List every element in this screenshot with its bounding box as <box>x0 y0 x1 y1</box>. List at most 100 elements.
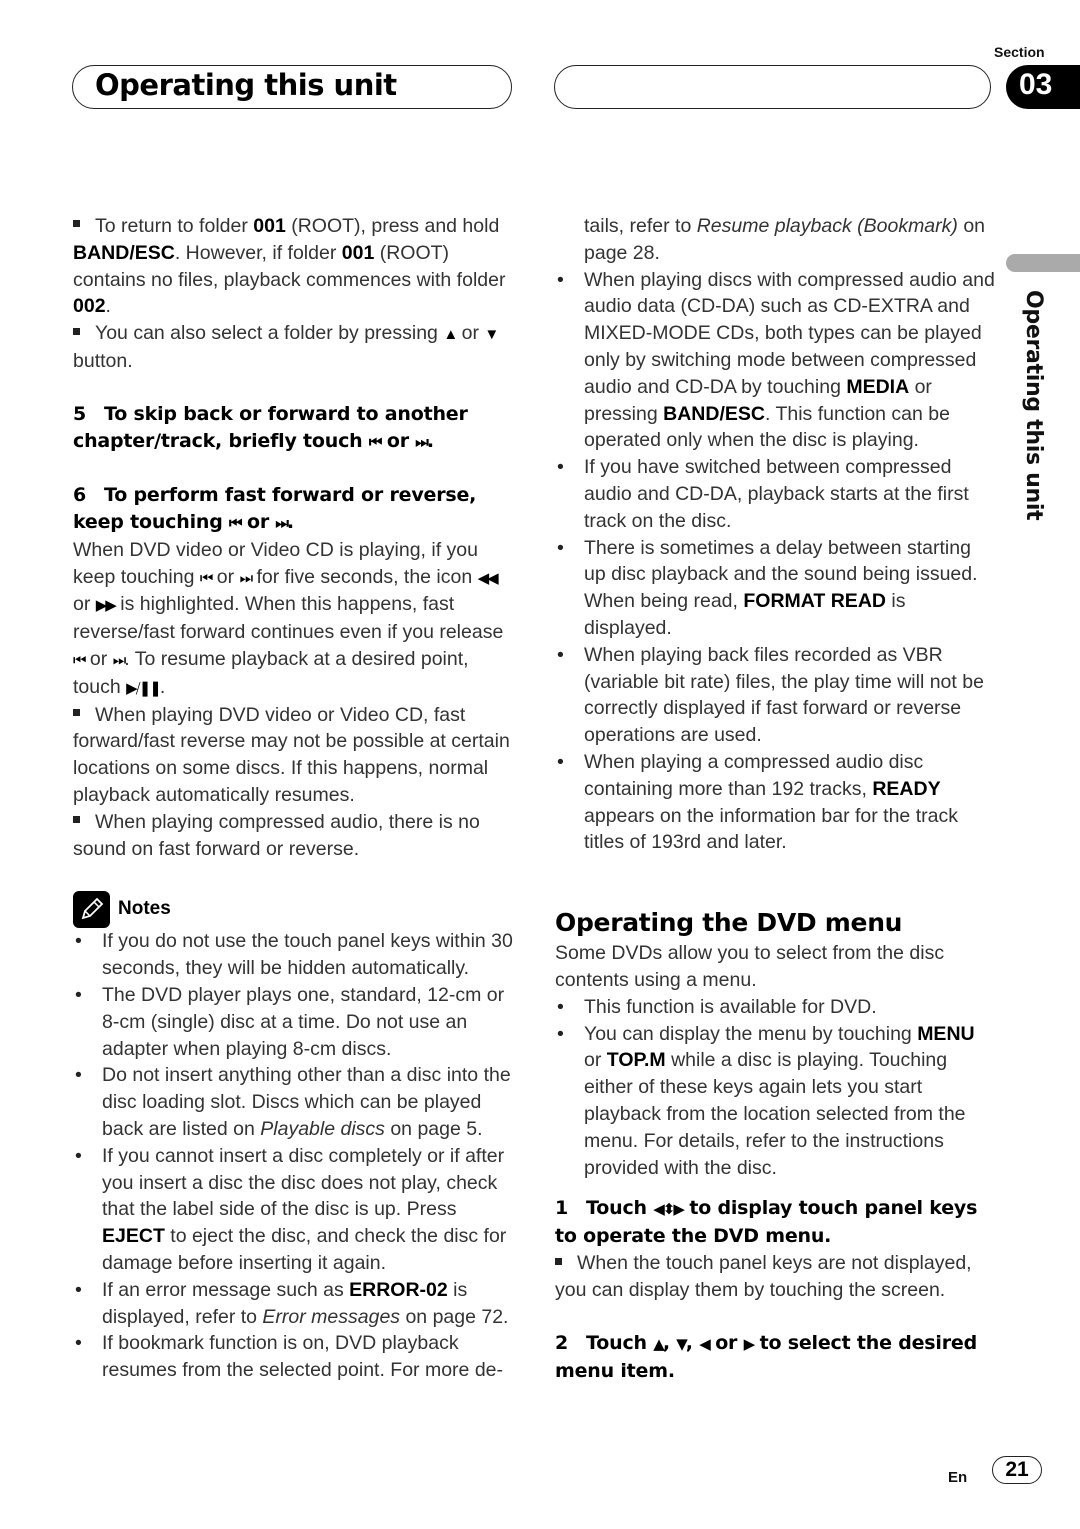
text: This function is available for DVD. <box>584 995 877 1018</box>
key-label: 001 <box>253 215 286 237</box>
left-arrow-icon: ◀ <box>699 1334 710 1353</box>
key-label: READY <box>872 777 941 800</box>
text: for five seconds, the icon <box>251 565 478 588</box>
skip-back-icon: ⏮ <box>229 513 242 532</box>
bullet-icon: • <box>75 983 82 1006</box>
text: or <box>211 565 240 588</box>
key-label: EJECT <box>102 1225 165 1248</box>
bullet-icon: • <box>75 930 82 953</box>
bullet-icon: • <box>75 1144 82 1167</box>
skip-forward-icon: ⏭ <box>275 513 288 532</box>
text: (ROOT), press and hold <box>285 215 500 237</box>
page-title-pill: Operating this unit <box>72 65 512 109</box>
bullet-icon: • <box>557 536 564 559</box>
square-bullet-icon <box>73 327 80 335</box>
text: If you cannot insert a disc completely o… <box>102 1144 505 1221</box>
text: or <box>73 593 96 616</box>
touch-panel-keys-icon: ◀⬍▶ <box>653 1200 685 1219</box>
up-arrow-icon: ▲ <box>653 1334 664 1353</box>
up-arrow-icon: ▲ <box>443 325 458 344</box>
text: The DVD player plays one, standard, 12-c… <box>102 983 505 1060</box>
rewind-icon: ◀◀ <box>477 568 499 587</box>
notes-item: • The DVD player plays one, standard, 12-… <box>73 982 513 1062</box>
text: is highlighted. When this happens, fast … <box>73 593 504 644</box>
text: or <box>380 429 416 452</box>
right-column: tails, refer to Resume playback (Bookmar… <box>555 213 995 1385</box>
square-bullet-icon <box>73 816 80 824</box>
text: You can display the menu by touching <box>584 1022 918 1045</box>
cross-reference: Resume playback (Bookmark) <box>696 215 958 237</box>
skip-back-icon: ⏮ <box>199 568 213 587</box>
section-number: 03 <box>1019 68 1053 101</box>
square-bullet-icon <box>73 220 80 228</box>
text: Touch <box>586 1197 654 1220</box>
text: tails, refer to <box>584 215 697 237</box>
text: appears on the information bar for the t… <box>584 804 958 854</box>
bullet-icon: • <box>557 1022 564 1045</box>
text: When playing discs with compressed audio… <box>584 268 995 398</box>
dvd-menu-bullet: • This function is available for DVD. <box>555 994 995 1021</box>
text: or <box>240 510 276 533</box>
bullet-icon: • <box>75 1064 82 1087</box>
bullet-icon: • <box>75 1278 82 1301</box>
cross-reference: Playable discs <box>260 1117 385 1140</box>
page-number-pill: 21 <box>992 1456 1042 1484</box>
pencil-icon <box>73 890 110 928</box>
key-label: BAND/ESC <box>663 402 765 425</box>
note-compressed-audio: When playing compressed audio, there is … <box>73 809 513 863</box>
bullet-icon: • <box>557 995 564 1018</box>
dvd-step-1-heading: 1 Touch ◀⬍▶ to display touch panel keys t… <box>555 1195 995 1250</box>
notes-item: • There is sometimes a delay between star… <box>555 535 995 642</box>
left-column: To return to folder 001 (ROOT), press an… <box>73 213 513 1384</box>
text: When playing compressed audio, there is … <box>73 810 480 860</box>
text: You can also select a folder by pressing <box>95 322 444 345</box>
text: When the touch panel keys are not displa… <box>555 1252 972 1302</box>
text: , <box>685 1331 700 1354</box>
notes-item: • When playing back files recorded as VBR… <box>555 642 995 749</box>
right-arrow-icon: ▶ <box>743 1334 755 1353</box>
bullet-icon: • <box>557 750 564 773</box>
skip-forward-icon: ⏭ <box>415 432 428 451</box>
notes-item: • If bookmark function is on, DVD playbac… <box>73 1330 513 1384</box>
play-pause-icon: ▶/❚❚ <box>126 678 162 697</box>
key-label: MENU <box>917 1022 975 1045</box>
text: To return to folder <box>95 215 254 237</box>
bullet-icon: • <box>557 643 564 666</box>
fast-forward-icon: ▶▶ <box>95 596 117 615</box>
key-label: ERROR-02 <box>349 1278 448 1301</box>
language-label: En <box>948 1469 968 1486</box>
notes-item: • Do not insert anything other than a dis… <box>73 1062 513 1142</box>
step-6-heading: 6 To perform fast forward or reverse, kee… <box>73 482 513 537</box>
text: button. <box>73 349 133 372</box>
text: . However, if folder <box>174 241 342 264</box>
section-label: Section <box>994 44 1045 60</box>
square-bullet-icon <box>555 1257 562 1265</box>
step-number: 2 <box>555 1331 569 1354</box>
key-label: TOP.M <box>606 1049 666 1072</box>
notes-item: • When playing a compressed audio disc co… <box>555 749 995 856</box>
section-badge: 03 <box>1006 65 1080 109</box>
skip-forward-icon: ⏭ <box>112 650 126 669</box>
square-bullet-icon <box>73 708 80 716</box>
text: If you have switched between compressed … <box>584 456 969 532</box>
text: or <box>708 1331 744 1354</box>
key-label: BAND/ESC <box>73 241 175 264</box>
cross-reference: Error messages <box>262 1305 401 1328</box>
notes-item: • If you have switched between compressed… <box>555 454 995 534</box>
bullet-icon: • <box>557 456 564 479</box>
key-label: 002 <box>73 295 106 318</box>
skip-back-icon: ⏮ <box>368 432 382 451</box>
text: If bookmark function is on, DVD playback… <box>102 1332 503 1382</box>
text: , <box>662 1331 677 1354</box>
text: . <box>159 675 166 698</box>
text: Touch <box>586 1331 654 1354</box>
notes-item: • When playing discs with compressed audi… <box>555 267 995 455</box>
text: on page 72. <box>400 1305 509 1328</box>
step-number: 5 <box>73 402 87 425</box>
bullet-icon: • <box>75 1332 82 1355</box>
dvd-step-2-heading: 2 Touch ▲, ▼, ◀ or ▶ to select the desire… <box>555 1330 995 1385</box>
notes-heading: Notes <box>73 890 513 928</box>
text: on page 5. <box>384 1117 483 1140</box>
text: If you do not use the touch panel keys w… <box>102 930 513 980</box>
side-tab-label: Operating this unit <box>1021 290 1046 521</box>
